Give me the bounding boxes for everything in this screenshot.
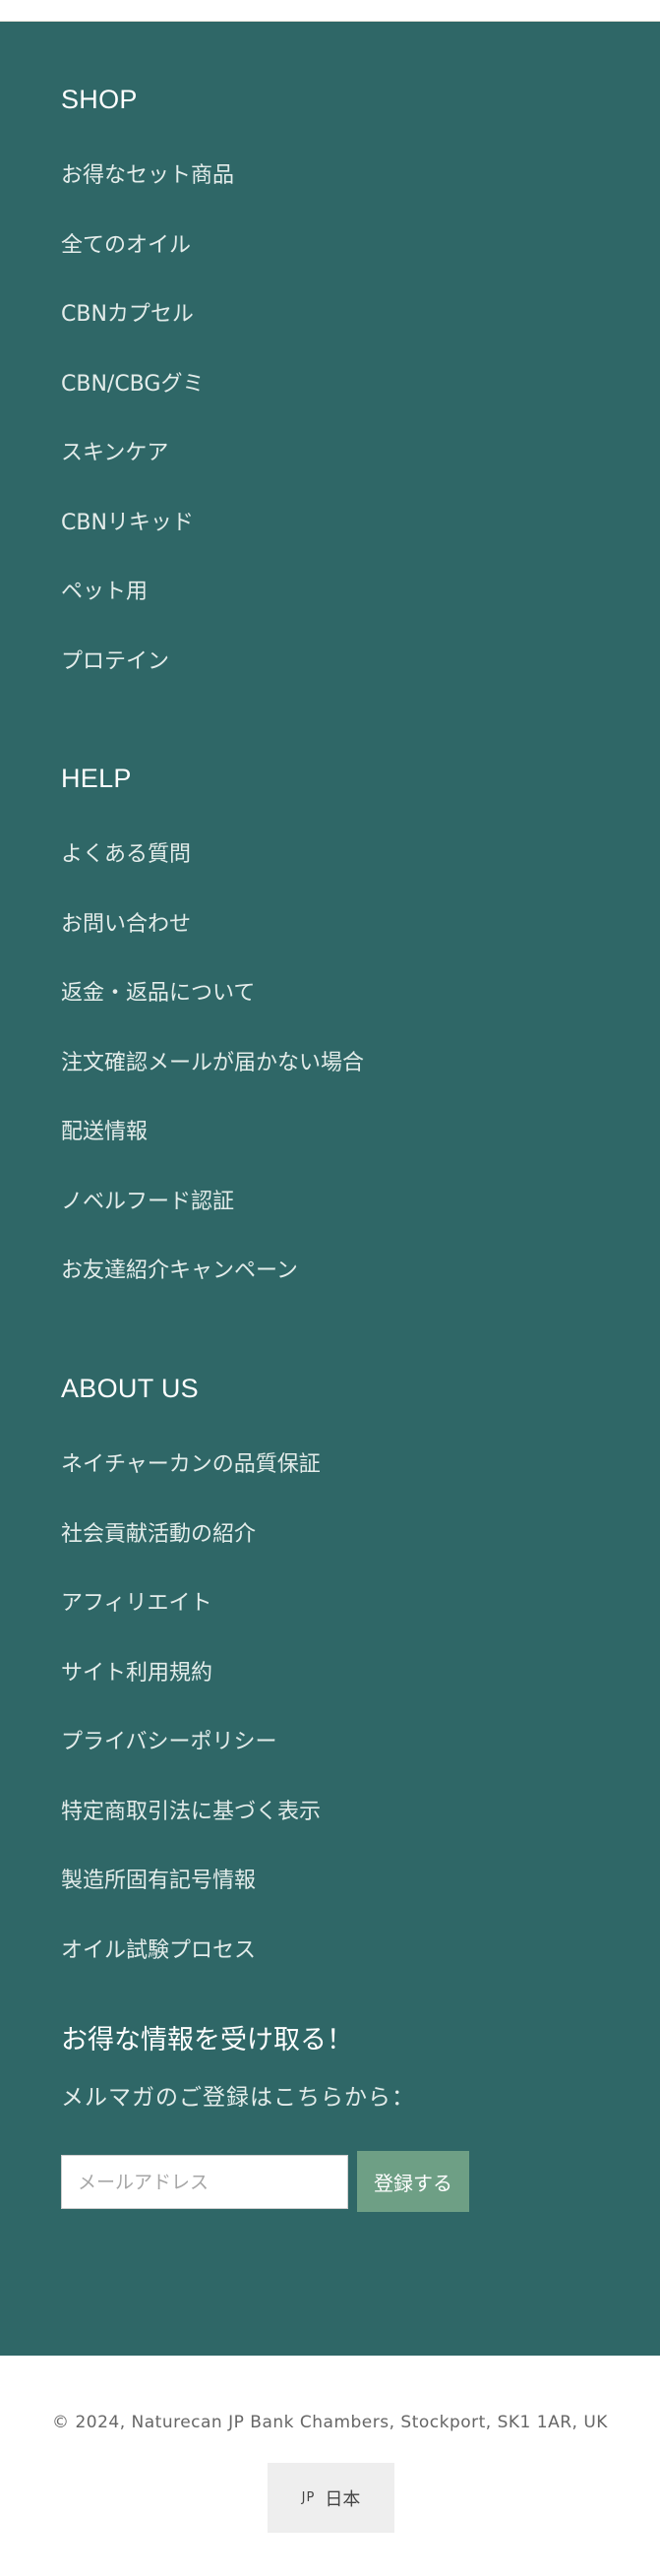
newsletter-subscribe-button[interactable]: 登録する — [357, 2151, 469, 2212]
footer-link-manufacturer-code[interactable]: 製造所固有記号情報 — [61, 1871, 256, 1892]
country-name: 日本 — [325, 2488, 361, 2510]
footer-link-cbn-liquid[interactable]: CBNリキッド — [61, 513, 194, 534]
footer-link-set-products[interactable]: お得なセット商品 — [61, 165, 234, 187]
footer-link-gummies[interactable]: CBN/CBGグミ — [61, 374, 204, 396]
footer-link-privacy[interactable]: プライバシーポリシー — [61, 1732, 277, 1753]
footer-link-novel-food[interactable]: ノベルフード認証 — [61, 1192, 234, 1213]
site-footer: SHOP お得なセット商品 全てのオイル CBNカプセル CBN/CBGグミ ス… — [0, 22, 660, 2356]
footer-link-oil-testing[interactable]: オイル試験プロセス — [61, 1940, 256, 1962]
footer-link-quality[interactable]: ネイチャーカンの品質保証 — [61, 1454, 321, 1476]
footer-link-shipping[interactable]: 配送情報 — [61, 1122, 148, 1143]
newsletter-subtitle: メルマガのご登録はこちらから： — [61, 2085, 415, 2111]
footer-link-order-email[interactable]: 注文確認メールが届かない場合 — [61, 1053, 364, 1074]
footer-link-cbn-capsules[interactable]: CBNカプセル — [61, 304, 194, 326]
section-title-about: ABOUT US — [61, 1374, 199, 1403]
footer-link-protein[interactable]: プロテイン — [61, 651, 169, 673]
country-selector[interactable]: JP 日本 — [268, 2463, 394, 2533]
footer-link-terms[interactable]: サイト利用規約 — [61, 1663, 212, 1685]
footer-link-referral[interactable]: お友達紹介キャンペーン — [61, 1260, 298, 1282]
country-code: JP — [301, 2490, 316, 2505]
footer-link-faq[interactable]: よくある質問 — [61, 844, 191, 866]
newsletter-email-input[interactable] — [61, 2155, 348, 2209]
top-strip — [0, 0, 660, 22]
section-title-help: HELP — [61, 764, 132, 793]
footer-link-commerce-law[interactable]: 特定商取引法に基づく表示 — [61, 1802, 321, 1823]
footer-link-pets[interactable]: ペット用 — [61, 582, 148, 603]
footer-link-all-oils[interactable]: 全てのオイル — [61, 235, 191, 257]
footer-link-social[interactable]: 社会貢献活動の紹介 — [61, 1524, 256, 1546]
section-title-shop: SHOP — [61, 85, 138, 114]
footer-link-affiliate[interactable]: アフィリエイト — [61, 1593, 212, 1615]
footer-link-refunds[interactable]: 返金・返品について — [61, 983, 255, 1005]
footer-link-skincare[interactable]: スキンケア — [61, 443, 168, 464]
copyright-text: © 2024, Naturecan JP Bank Chambers, Stoc… — [52, 2413, 608, 2432]
newsletter-title: お得な情報を受け取る！ — [61, 2025, 353, 2055]
footer-link-contact[interactable]: お問い合わせ — [61, 914, 191, 936]
